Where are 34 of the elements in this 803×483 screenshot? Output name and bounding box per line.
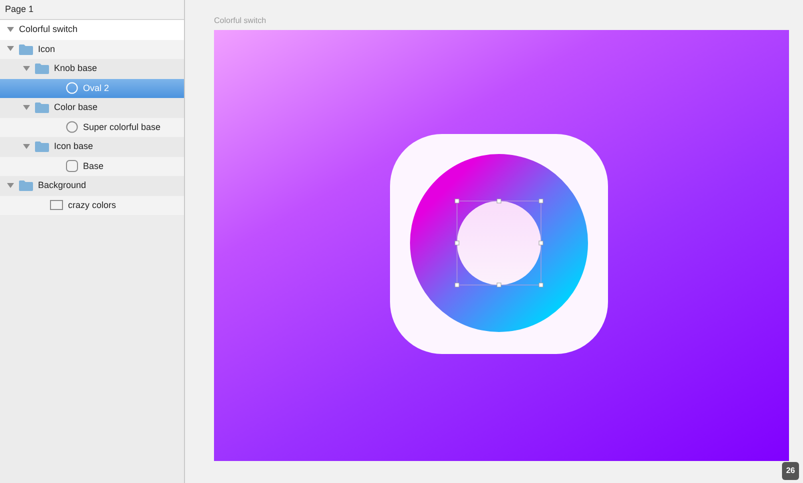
disclosure-triangle-icon[interactable] <box>23 144 30 150</box>
disclosure-triangle-icon[interactable] <box>7 182 14 189</box>
disclosure-triangle-icon[interactable] <box>7 26 14 33</box>
folder-icon <box>35 63 49 74</box>
layer-name: Super colorful base <box>83 120 161 134</box>
layer-row[interactable]: crazy colors <box>0 196 184 215</box>
selection-handles[interactable] <box>454 198 543 287</box>
folder-icon <box>35 141 49 152</box>
oval-icon <box>66 121 78 134</box>
layer-row[interactable]: Super colorful base <box>0 118 184 137</box>
folder-icon <box>35 102 49 114</box>
layer-name: Color base <box>54 101 98 114</box>
oval-icon <box>66 82 78 94</box>
layer-name: Background <box>38 179 86 192</box>
layer-row[interactable]: Icon <box>0 40 184 59</box>
folder-icon <box>19 180 33 192</box>
layer-name: Base <box>83 160 104 172</box>
layer-name: Knob base <box>54 62 98 75</box>
zoom-badge: 26 <box>782 462 799 480</box>
disclosure-triangle-icon[interactable] <box>7 46 14 52</box>
layer-name: Colorful switch <box>19 23 78 36</box>
rounded-rectangle-icon <box>66 160 78 172</box>
layer-name: Icon base <box>54 140 94 153</box>
artboard-title: Colorful switch <box>214 15 268 27</box>
disclosure-triangle-icon[interactable] <box>23 104 30 111</box>
layer-name: crazy colors <box>68 198 116 212</box>
folder-icon <box>19 44 33 55</box>
layer-row[interactable]: Base <box>0 156 184 176</box>
layer-name: Oval 2 <box>83 82 110 94</box>
disclosure-triangle-icon[interactable] <box>23 66 30 72</box>
layer-row[interactable]: Colorful switch <box>0 20 184 40</box>
page-title[interactable]: Page 1 <box>5 2 34 16</box>
rectangle-icon <box>50 200 63 210</box>
layer-name: Icon <box>38 42 56 56</box>
